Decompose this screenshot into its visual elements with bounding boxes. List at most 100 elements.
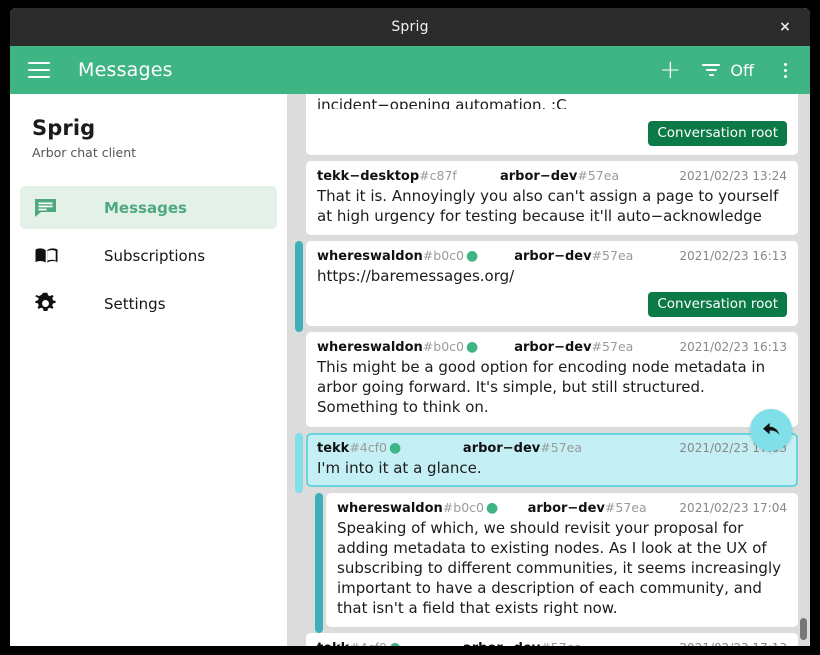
message-body: https://baremessages.org/: [317, 267, 515, 286]
app-window: Sprig × Messages + Off Sprig Arbor chat …: [10, 8, 810, 646]
filter-state-label: Off: [730, 60, 754, 80]
message-row[interactable]: whereswaldon#b0c0 ● arbor−dev#57ea 2021/02/…: [295, 492, 798, 634]
sidebar-item-settings[interactable]: Settings: [20, 282, 277, 325]
window-title: Sprig: [391, 19, 429, 35]
more-vertical-icon[interactable]: [774, 58, 796, 82]
message-card[interactable]: whereswaldon#b0c0 ● arbor−dev#57ea 2021/02/…: [306, 241, 798, 327]
message-community: arbor−dev#57ea: [514, 339, 634, 356]
book-icon: [34, 246, 68, 266]
message-community-hash: #57ea: [604, 499, 647, 515]
filter-icon: [701, 63, 721, 77]
message-community: arbor−dev#57ea: [437, 640, 608, 646]
message-author: tekk#4cf0●: [317, 439, 402, 456]
message-card[interactable]: tekk−desktop#c87f arbor−dev#57ea 2021/02/2…: [306, 161, 798, 236]
message-row[interactable]: whereswaldon#b0c0 ● arbor−dev#57ea 2021/02/…: [295, 332, 798, 432]
message-body: I'm into it at a glance.: [317, 458, 482, 477]
sidebar-nav: Messages Subscriptions Settings: [20, 186, 277, 325]
message-row[interactable]: tekk−desktop#c87f arbor−dev#57ea 2021/02/2…: [295, 161, 798, 241]
message-meta: whereswaldon#b0c0 ● arbor−dev#57ea 2021/02/…: [317, 339, 787, 355]
message-author-hash: #4cf0: [349, 640, 387, 646]
message-community-hash: #57ea: [591, 339, 634, 355]
message-body: That it is. Annoyingly you also can't as…: [317, 187, 779, 226]
message-meta: whereswaldon#b0c0 ● arbor−dev#57ea 2021/02/…: [337, 500, 787, 516]
app-toolbar: Messages + Off: [10, 46, 810, 94]
message-author: tekk#4cf0●: [317, 640, 401, 646]
message-author-hash: #b0c0: [422, 339, 464, 355]
message-body: Speaking of which, we should revisit you…: [337, 518, 782, 618]
reply-arrow-icon: [763, 422, 780, 435]
brand-subtitle: Arbor chat client: [32, 145, 137, 160]
message-row[interactable]: tekk#4cf0 ● arbor−dev#57ea 2021/02/23 17:03…: [295, 432, 798, 493]
add-message-button[interactable]: +: [655, 55, 685, 85]
badge-row: Conversation root: [317, 121, 787, 146]
message-author-hash: #c87f: [419, 168, 457, 183]
message-timestamp: 2021/02/23 16:13: [679, 249, 787, 264]
message-community: arbor−dev#57ea: [462, 439, 582, 456]
message-community: arbor−dev#57ea: [500, 168, 620, 184]
sidebar-item-label: Settings: [104, 294, 166, 313]
message-author-hash: #b0c0: [442, 499, 484, 515]
badge-row: Conversation root: [317, 292, 787, 318]
message-card[interactable]: whereswaldon#b0c0 ● arbor−dev#57ea 2021/02/…: [306, 332, 798, 427]
online-dot-icon: ●: [389, 640, 401, 646]
message-row[interactable]: incident−opening automation. :C Conversat…: [295, 94, 798, 161]
gear-icon: [34, 292, 68, 315]
message-meta: tekk−desktop#c87f arbor−dev#57ea 2021/02/2…: [317, 168, 787, 184]
message-meta: tekk#4cf0● arbor−dev#57ea 2021/02/23 17:13: [317, 640, 787, 646]
message-row[interactable]: whereswaldon#b0c0 ● arbor−dev#57ea 2021/02/…: [295, 241, 798, 333]
message-card[interactable]: tekk#4cf0● arbor−dev#57ea 2021/02/23 17:13…: [306, 633, 798, 646]
message-card[interactable]: incident−opening automation. :C Conversat…: [306, 94, 798, 155]
message-pane: incident−opening automation. :C Conversat…: [287, 94, 810, 646]
sidebar-item-subscriptions[interactable]: Subscriptions: [20, 234, 277, 277]
message-community-hash: #57ea: [540, 439, 582, 455]
conversation-root-badge[interactable]: Conversation root: [648, 121, 787, 146]
thread-bar: [295, 432, 303, 493]
message-timestamp: 2021/02/23 17:04: [679, 500, 787, 515]
scrollbar-thumb[interactable]: [800, 618, 807, 640]
message-author: whereswaldon#b0c0 ●: [337, 499, 499, 516]
message-scrollbar[interactable]: [799, 94, 808, 646]
message-author: whereswaldon#b0c0 ●: [317, 339, 479, 356]
sidebar-brand: Sprig Arbor chat client: [20, 110, 277, 160]
message-community-hash: #57ea: [591, 248, 634, 264]
thread-bar: [315, 492, 323, 634]
hamburger-icon[interactable]: [28, 62, 50, 78]
page-title: Messages: [78, 59, 173, 81]
online-dot-icon: ●: [388, 439, 402, 456]
titlebar: Sprig ×: [10, 8, 810, 46]
sidebar-item-label: Subscriptions: [104, 246, 206, 265]
body: Sprig Arbor chat client Messages Subscri…: [10, 94, 810, 646]
message-timestamp: 2021/02/23 16:13: [679, 340, 787, 355]
message-timestamp: 2021/02/23 13:24: [679, 169, 787, 183]
message-author: tekk−desktop#c87f: [317, 168, 457, 184]
message-row[interactable]: tekk#4cf0● arbor−dev#57ea 2021/02/23 17:13…: [295, 633, 798, 646]
conversation-root-badge[interactable]: Conversation root: [648, 292, 787, 318]
message-meta: tekk#4cf0 ● arbor−dev#57ea 2021/02/23 17:03: [317, 440, 787, 456]
message-author-hash: #4cf0: [349, 439, 387, 455]
sidebar-item-messages[interactable]: Messages: [20, 186, 277, 229]
filter-toggle[interactable]: Off: [701, 61, 754, 80]
message-author-hash: #b0c0: [422, 248, 464, 264]
online-dot-icon: ●: [465, 339, 479, 356]
online-dot-icon: ●: [465, 248, 479, 265]
message-body: This might be a good option for encoding…: [317, 358, 766, 417]
message-community: arbor−dev#57ea: [527, 499, 647, 516]
close-icon[interactable]: ×: [774, 16, 796, 38]
message-community-hash: #57ea: [577, 168, 620, 183]
message-card[interactable]: whereswaldon#b0c0 ● arbor−dev#57ea 2021/02/…: [326, 492, 798, 628]
message-meta: whereswaldon#b0c0 ● arbor−dev#57ea 2021/02/…: [317, 248, 787, 264]
message-list[interactable]: incident−opening automation. :C Conversat…: [287, 94, 810, 646]
message-timestamp: 2021/02/23 17:13: [679, 641, 787, 646]
message-community: arbor−dev#57ea: [514, 248, 634, 265]
message-author: whereswaldon#b0c0 ●: [317, 248, 479, 265]
online-dot-icon: ●: [485, 499, 499, 516]
thread-bar: [295, 241, 303, 333]
message-body: incident−opening automation. :C: [317, 96, 567, 109]
sidebar-item-label: Messages: [104, 198, 187, 217]
sidebar: Sprig Arbor chat client Messages Subscri…: [10, 94, 287, 646]
message-icon: [34, 198, 68, 218]
message-community-hash: #57ea: [540, 640, 582, 646]
reply-button[interactable]: [750, 409, 792, 451]
brand-title: Sprig: [32, 116, 96, 140]
message-card[interactable]: tekk#4cf0 ● arbor−dev#57ea 2021/02/23 17:03…: [306, 432, 798, 487]
